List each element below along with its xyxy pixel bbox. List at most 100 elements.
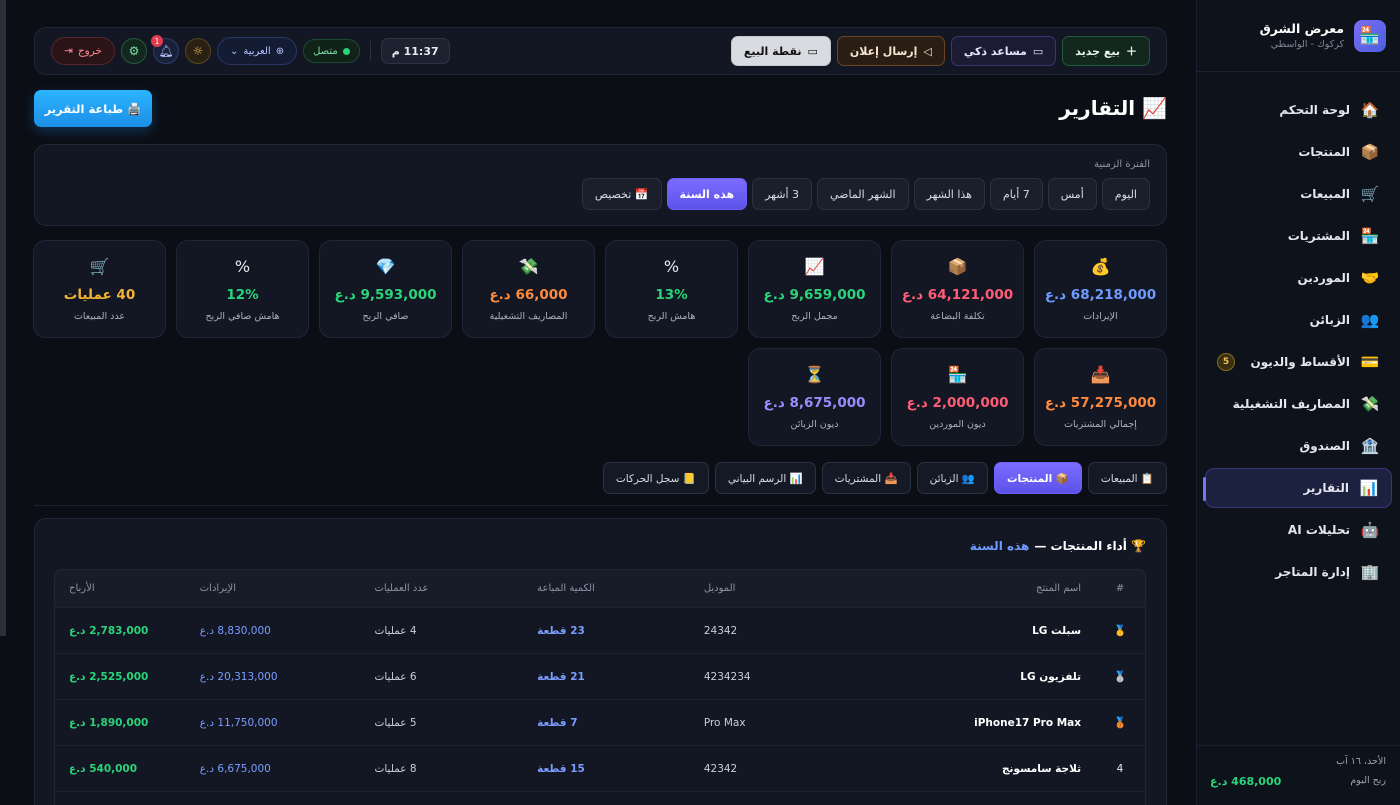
- sidebar-item-label: الموردين: [1297, 271, 1350, 285]
- sidebar-item-2[interactable]: 🛒 المبيعات: [1205, 174, 1392, 214]
- stat-label: الإيرادات: [1083, 311, 1118, 322]
- stat-value: 64,121,000 د.ع: [901, 287, 1014, 303]
- period-chip[interactable]: هذا الشهر: [913, 178, 985, 210]
- period-chip[interactable]: اليوم: [1101, 178, 1150, 210]
- nav-icon: 💸: [1360, 395, 1380, 413]
- page-title: 📈 التقارير: [1059, 96, 1167, 120]
- nav-icon: 📊: [1359, 479, 1379, 497]
- stat-icon: 💎: [375, 257, 396, 276]
- sidebar-item-0[interactable]: 🏠 لوحة التحكم: [1205, 90, 1392, 130]
- left-scrollbar[interactable]: [0, 0, 6, 636]
- column-header: الموديل: [703, 583, 736, 594]
- report-tab[interactable]: 📦 المنتجات: [993, 462, 1082, 494]
- sidebar-item-10[interactable]: 🤖 تحليلات AI: [1205, 510, 1392, 550]
- sidebar-item-label: الأقساط والديون: [1250, 355, 1350, 369]
- theme-toggle-button[interactable]: ☼: [184, 38, 211, 64]
- nav-icon: 💳: [1360, 353, 1380, 371]
- ai-assistant-button[interactable]: ▭ مساعد ذكي: [950, 36, 1057, 66]
- cell-rank: 🥈: [1113, 671, 1127, 683]
- stat-value: 2,000,000 د.ع: [906, 395, 1009, 411]
- new-sale-button[interactable]: ＋ بيع جديد: [1062, 36, 1150, 66]
- nav-icon: 🏦: [1360, 437, 1380, 455]
- logout-button[interactable]: خروج ⇥: [51, 37, 115, 65]
- period-chip[interactable]: هذه السنة: [666, 178, 748, 210]
- cell-ops: 4 عمليات: [374, 624, 417, 637]
- print-report-button[interactable]: 🖨️ طباعة التقرير: [34, 90, 152, 127]
- nav-icon: 👥: [1360, 311, 1380, 329]
- table-row[interactable]: 4 ثلاجة سامسونج 42342 15 قطعة 8 عمليات 6,675,…: [55, 746, 1145, 792]
- chevron-down-icon: ⌄: [229, 45, 239, 57]
- sidebar: 🏪 معرض الشرق كركوك - الواسطي 🏠 لوحة التحك…: [1196, 0, 1400, 805]
- sidebar-item-8[interactable]: 🏦 الصندوق: [1205, 426, 1392, 466]
- cell-revenue: 8,830,000 د.ع: [199, 624, 271, 637]
- cell-rank: 🥇: [1113, 625, 1127, 637]
- stat-value: 57,275,000 د.ع: [1044, 395, 1157, 411]
- sidebar-item-1[interactable]: 📦 المنتجات: [1205, 132, 1392, 172]
- stat-card: 💎 9,593,000 د.ع صافي الربح: [319, 240, 452, 338]
- table-row[interactable]: 🥈 تلفزيون LG 4234234 21 قطعة 6 عمليات 20,313,…: [55, 654, 1145, 700]
- cell-model: 4234234: [703, 670, 751, 683]
- stat-icon: 🛒: [89, 257, 110, 276]
- cell-ops: 5 عمليات: [374, 716, 417, 729]
- plus-icon: ＋: [1126, 45, 1137, 58]
- cell-name: تلفزيون LG: [1020, 670, 1082, 683]
- report-tab[interactable]: 📒 سجل الحركات: [602, 462, 709, 494]
- column-header: الأرباح: [69, 583, 95, 594]
- notifications-button[interactable]: 🔔︎ 1: [150, 35, 179, 64]
- sidebar-item-11[interactable]: 🏢 إدارة المتاجر: [1205, 552, 1392, 592]
- stat-card: 🏪 2,000,000 د.ع ديون الموردين: [891, 348, 1024, 446]
- pos-button[interactable]: ▭ نقطة البيع: [730, 36, 831, 66]
- stat-icon: ⏳: [804, 365, 825, 384]
- sidebar-item-3[interactable]: 🏪 المشتريات: [1205, 216, 1392, 256]
- period-chip[interactable]: أمس: [1047, 178, 1097, 210]
- report-tabs: 📋 المبيعات 📦 المنتجات 👥 الزبائن 📥 المشتريات…: [602, 462, 1167, 494]
- sun-icon: ☼: [192, 44, 204, 58]
- send-announcement-button[interactable]: ◁ إرسال إعلان: [836, 36, 945, 66]
- report-tab[interactable]: 📥 المشتريات: [821, 462, 911, 494]
- sidebar-item-9[interactable]: 📊 التقارير: [1203, 468, 1392, 508]
- period-chip[interactable]: 3 أشهر: [752, 178, 813, 210]
- report-tab[interactable]: 📋 المبيعات: [1087, 462, 1167, 494]
- table-header-row: # اسم المنتج الموديل الكمية المباعة عدد العم…: [55, 570, 1145, 608]
- stat-icon: 📦: [947, 257, 968, 276]
- stat-icon: 💰: [1090, 257, 1111, 276]
- brand: 🏪 معرض الشرق كركوك - الواسطي: [1197, 0, 1400, 72]
- topbar: ＋ بيع جديد ▭ مساعد ذكي ◁ إرسال إعلان ▭ ن…: [34, 27, 1167, 75]
- stat-label: ديون الموردين: [929, 419, 986, 430]
- stat-value: 8,675,000 د.ع: [763, 395, 866, 411]
- sidebar-footer: الأحد، ١٦ آب ربح اليوم 468,000 د.ع: [1196, 745, 1400, 805]
- cell-model: 42342: [703, 762, 738, 775]
- period-chip[interactable]: 7 أيام: [990, 178, 1043, 210]
- period-chip[interactable]: 📅 تخصيص: [581, 178, 662, 210]
- cell-name: iPhone17 Pro Max: [974, 716, 1082, 729]
- period-chip[interactable]: الشهر الماضي: [817, 178, 909, 210]
- cell-name: ثلاجة سامسونج: [1001, 762, 1082, 775]
- sidebar-item-label: المنتجات: [1298, 145, 1350, 159]
- stat-card: % 13% هامش الربح: [605, 240, 738, 338]
- report-tab[interactable]: 📊 الرسم البياني: [714, 462, 816, 494]
- period-label: الفترة الزمنية: [1094, 159, 1150, 170]
- sidebar-item-label: الزبائن: [1309, 313, 1350, 327]
- stat-card: 📥 57,275,000 د.ع إجمالي المشتريات: [1034, 348, 1167, 446]
- sidebar-item-4[interactable]: 🤝 الموردين: [1205, 258, 1392, 298]
- sidebar-item-6[interactable]: 💳 الأقساط والديون 5: [1205, 342, 1392, 382]
- settings-button[interactable]: ⚙: [120, 38, 147, 64]
- sidebar-item-label: المصاريف التشغيلية: [1232, 397, 1350, 411]
- nav-icon: 🤖: [1360, 521, 1380, 539]
- cell-rank: 🥉: [1113, 717, 1127, 729]
- stat-icon: %: [663, 257, 680, 276]
- cell-qty: 15 قطعة: [537, 762, 585, 775]
- cell-revenue: 6,675,000 د.ع: [199, 762, 271, 775]
- report-tab[interactable]: 👥 الزبائن: [916, 462, 988, 494]
- table-row[interactable]: 🥇 سبلت LG 24342 23 قطعة 4 عمليات 8,830,000 د.…: [55, 608, 1145, 654]
- sidebar-item-5[interactable]: 👥 الزبائن: [1205, 300, 1392, 340]
- table-row[interactable]: 🥉 iPhone17 Pro Max Pro Max 7 قطعة 5 عمليات 11…: [55, 700, 1145, 746]
- sidebar-item-label: لوحة التحكم: [1279, 103, 1350, 117]
- table-row[interactable]: 5طباخ تيك424323410 قطعة3 عمليات5,450,000…: [55, 792, 1145, 805]
- cell-name: سبلت LG: [1032, 624, 1082, 637]
- cell-profit: 2,783,000 د.ع: [69, 624, 149, 637]
- title-period: هذه السنة: [969, 539, 1030, 553]
- stat-card: 💸 66,000 د.ع المصاريف التشغيلية: [462, 240, 595, 338]
- sidebar-item-7[interactable]: 💸 المصاريف التشغيلية: [1205, 384, 1392, 424]
- language-selector[interactable]: ⊕ العربية ⌄: [216, 37, 298, 65]
